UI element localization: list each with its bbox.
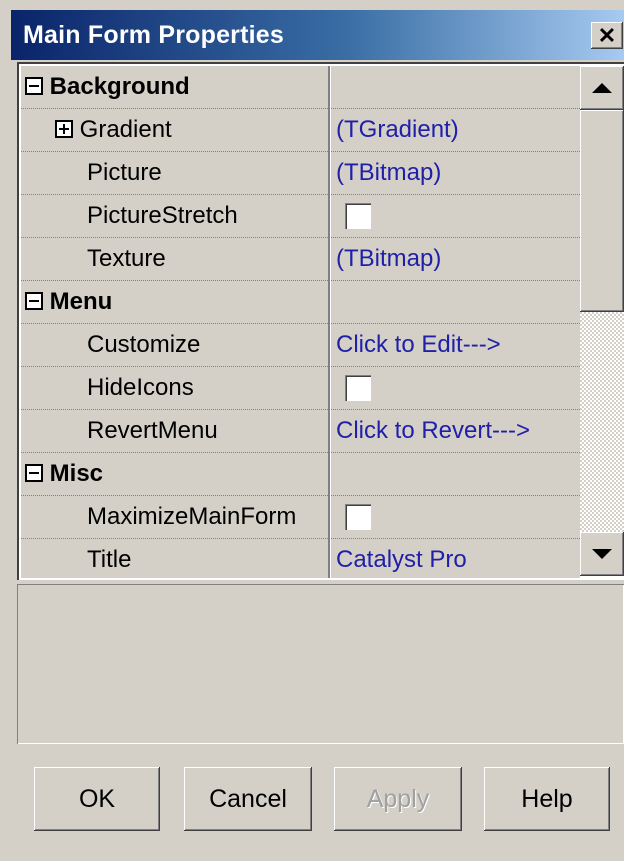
property-row-picture[interactable]: Picture (TBitmap)	[21, 152, 580, 195]
vertical-scrollbar[interactable]	[580, 66, 624, 576]
property-grid-rows: Background Gradient (TGradient) Picture …	[21, 66, 580, 578]
property-row-texture[interactable]: Texture (TBitmap)	[21, 238, 580, 281]
category-row-menu[interactable]: Menu	[21, 281, 580, 324]
category-label: Background	[49, 73, 190, 100]
collapse-icon[interactable]	[25, 291, 43, 310]
property-row-hide-icons[interactable]: HideIcons	[21, 367, 580, 410]
cancel-button[interactable]: Cancel	[184, 767, 312, 831]
ok-button[interactable]: OK	[34, 767, 160, 831]
category-row-background[interactable]: Background	[21, 66, 580, 109]
property-name: PictureStretch	[87, 202, 238, 229]
description-panel	[17, 584, 624, 744]
help-button[interactable]: Help	[484, 767, 610, 831]
category-label: Misc	[49, 460, 104, 487]
scrollbar-thumb[interactable]	[580, 110, 624, 312]
property-row-gradient[interactable]: Gradient (TGradient)	[21, 109, 580, 152]
expand-icon[interactable]	[55, 119, 73, 138]
category-row-misc[interactable]: Misc	[21, 453, 580, 496]
property-value[interactable]: Click to Revert--->	[330, 410, 586, 452]
scroll-up-button[interactable]	[580, 66, 624, 110]
property-value[interactable]: Click to Edit--->	[330, 324, 586, 366]
collapse-icon[interactable]	[25, 76, 43, 95]
property-grid: Background Gradient (TGradient) Picture …	[17, 62, 624, 580]
property-row-picture-stretch[interactable]: PictureStretch	[21, 195, 580, 238]
property-name: MaximizeMainForm	[87, 503, 297, 530]
column-divider[interactable]	[328, 66, 331, 578]
property-value[interactable]: Catalyst Pro	[330, 539, 586, 580]
hide-icons-checkbox[interactable]	[345, 375, 371, 401]
main-form-properties-dialog: Main Form Properties ✕ Background Gradie…	[0, 0, 624, 861]
apply-button: Apply	[334, 767, 462, 831]
property-row-revert-menu[interactable]: RevertMenu Click to Revert--->	[21, 410, 580, 453]
property-row-customize[interactable]: Customize Click to Edit--->	[21, 324, 580, 367]
property-value[interactable]: (TGradient)	[330, 109, 586, 151]
property-value[interactable]: (TBitmap)	[330, 238, 586, 280]
scroll-down-button[interactable]	[580, 532, 624, 576]
window-title: Main Form Properties	[23, 21, 284, 49]
title-bar[interactable]: Main Form Properties ✕	[11, 10, 624, 60]
collapse-icon[interactable]	[25, 463, 43, 482]
property-name: HideIcons	[87, 374, 194, 401]
arrow-down-icon	[592, 549, 612, 559]
close-button[interactable]: ✕	[591, 22, 623, 49]
property-value[interactable]: (TBitmap)	[330, 152, 586, 194]
property-row-maximize-main-form[interactable]: MaximizeMainForm	[21, 496, 580, 539]
arrow-up-icon	[592, 83, 612, 93]
maximize-main-form-checkbox[interactable]	[345, 504, 371, 530]
category-label: Menu	[49, 288, 113, 315]
picture-stretch-checkbox[interactable]	[345, 203, 371, 229]
property-row-title[interactable]: Title Catalyst Pro	[21, 539, 580, 580]
close-icon: ✕	[597, 22, 617, 48]
property-name: Gradient	[79, 116, 172, 143]
